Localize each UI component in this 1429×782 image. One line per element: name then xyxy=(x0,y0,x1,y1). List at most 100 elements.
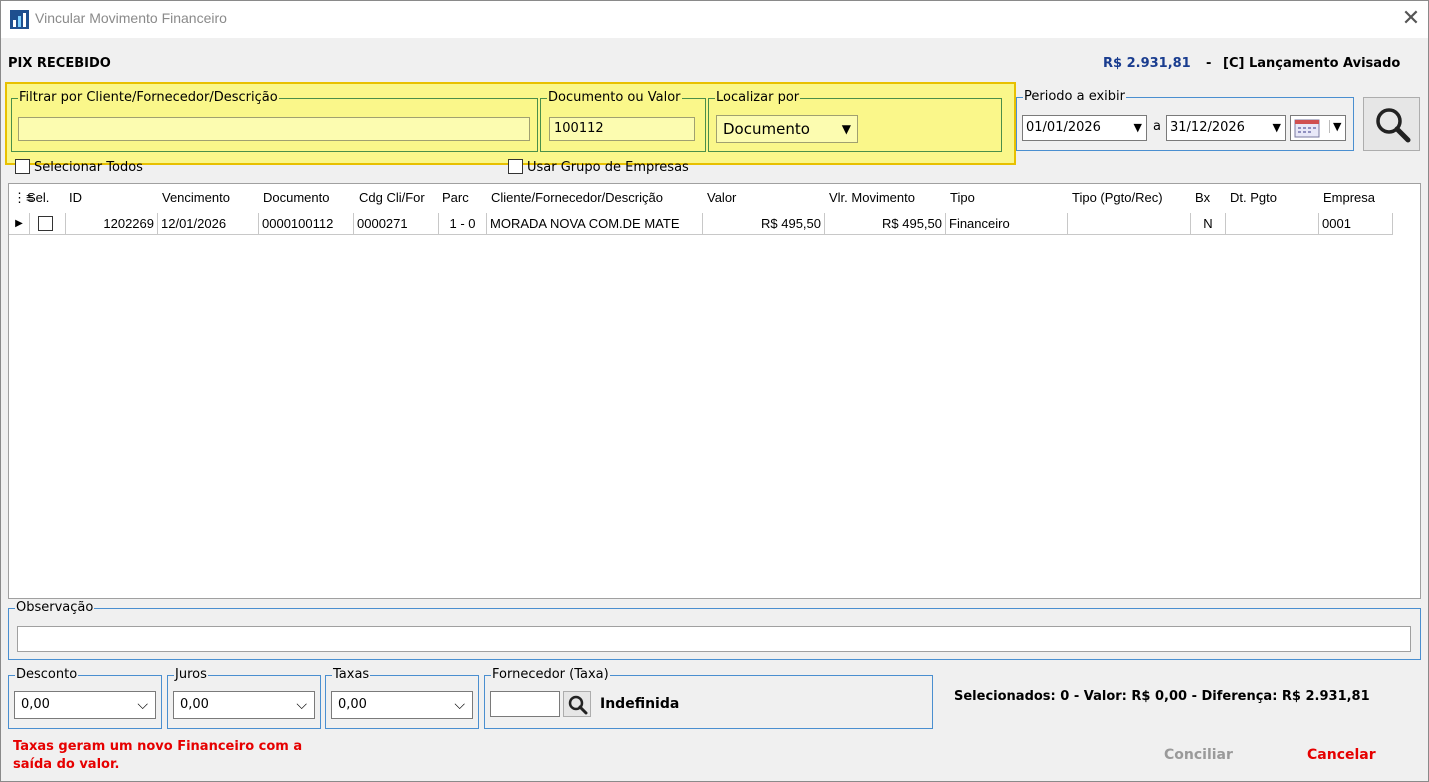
observacao-label: Observação xyxy=(15,600,95,616)
fornecedor-search-button[interactable] xyxy=(563,691,591,717)
cell-vlr-movimento: R$ 495,50 xyxy=(825,213,946,235)
cell-documento: 0000100112 xyxy=(259,213,354,235)
juros-label: Juros xyxy=(174,667,208,683)
taxas-select[interactable]: 0,00 ⌵ xyxy=(331,691,473,719)
cell-tipo: Financeiro xyxy=(946,213,1068,235)
juros-value: 0,00 xyxy=(180,697,209,712)
periodo-label: Periodo a exibir xyxy=(1023,89,1127,105)
fornecedor-taxa-label: Fornecedor (Taxa) xyxy=(491,667,610,683)
filter-panel: Filtrar por Cliente/Fornecedor/Descrição… xyxy=(5,82,1016,165)
juros-select[interactable]: 0,00 ⌵ xyxy=(173,691,315,719)
fornecedor-name: Indefinida xyxy=(600,696,680,712)
warning-text-line1: Taxas geram um novo Financeiro com a xyxy=(13,739,303,754)
periodo-group: Periodo a exibir 01/01/2026 ▼ a 31/12/20… xyxy=(1016,89,1354,151)
dialog-window: Vincular Movimento Financeiro ✕ PIX RECE… xyxy=(0,0,1429,782)
row-indicator-icon: ▶ xyxy=(9,213,30,235)
window-title: Vincular Movimento Financeiro xyxy=(35,10,227,26)
cliente-filter-label: Filtrar por Cliente/Fornecedor/Descrição xyxy=(18,90,279,106)
localizar-select[interactable]: Documento ▼ xyxy=(716,115,858,143)
app-icon xyxy=(10,10,29,29)
localizar-group: Localizar por Documento ▼ xyxy=(708,90,1002,152)
column-header[interactable]: Cdg Cli/For xyxy=(359,190,425,205)
cell-tipo-pgto xyxy=(1068,213,1191,235)
date-separator: a xyxy=(1153,119,1161,134)
financial-grid[interactable]: ⋮≡ Sel. ID Vencimento Documento Cdg Cli/… xyxy=(8,183,1421,599)
fornecedor-taxa-group: Fornecedor (Taxa) Indefinida xyxy=(484,667,933,729)
cliente-filter-input[interactable] xyxy=(18,117,530,141)
column-header[interactable]: Valor xyxy=(707,190,736,205)
header-amount: R$ 2.931,81 xyxy=(1103,56,1191,71)
column-header[interactable]: Cliente/Fornecedor/Descrição xyxy=(491,190,663,205)
cell-parc: 1 - 0 xyxy=(439,213,487,235)
cell-cliente: MORADA NOVA COM.DE MATE xyxy=(487,213,703,235)
row-select-checkbox[interactable] xyxy=(38,216,53,231)
cliente-filter-group: Filtrar por Cliente/Fornecedor/Descrição xyxy=(11,90,538,152)
title-bar[interactable]: Vincular Movimento Financeiro ✕ xyxy=(1,1,1428,38)
date-from-select[interactable]: 01/01/2026 ▼ xyxy=(1022,115,1147,141)
cell-id: 1202269 xyxy=(66,213,158,235)
column-header[interactable]: Sel. xyxy=(27,190,49,205)
cell-dt-pgto xyxy=(1226,213,1319,235)
column-header[interactable]: Bx xyxy=(1195,190,1210,205)
desconto-select[interactable]: 0,00 ⌵ xyxy=(14,691,156,719)
documento-input[interactable]: 100112 xyxy=(549,117,695,141)
selecionar-todos-checkbox[interactable] xyxy=(15,159,30,174)
desconto-label: Desconto xyxy=(15,667,79,683)
column-header[interactable]: Parc xyxy=(442,190,469,205)
conciliar-button[interactable]: Conciliar xyxy=(1164,747,1233,763)
row-select-cell[interactable] xyxy=(30,213,66,235)
localizar-select-value: Documento xyxy=(723,120,810,138)
date-from-value: 01/01/2026 xyxy=(1026,120,1101,135)
column-header[interactable]: ID xyxy=(69,190,82,205)
calendar-icon xyxy=(1294,119,1320,138)
cell-cdg: 0000271 xyxy=(354,213,439,235)
date-to-value: 31/12/2026 xyxy=(1170,120,1245,135)
calendar-button[interactable]: ▼ xyxy=(1290,115,1346,141)
header-status: [C] Lançamento Avisado xyxy=(1223,56,1401,71)
column-header[interactable]: Tipo xyxy=(950,190,975,205)
juros-group: Juros 0,00 ⌵ xyxy=(167,667,321,729)
cell-empresa: 0001 xyxy=(1319,213,1393,235)
usar-grupo-label: Usar Grupo de Empresas xyxy=(527,160,689,175)
chevron-down-icon: ⌵ xyxy=(296,697,307,713)
column-header[interactable]: Tipo (Pgto/Rec) xyxy=(1072,190,1163,205)
column-header[interactable]: Documento xyxy=(263,190,329,205)
header-separator: - xyxy=(1206,56,1212,71)
taxas-value: 0,00 xyxy=(338,697,367,712)
chevron-down-icon: ▼ xyxy=(1272,121,1281,134)
search-button[interactable] xyxy=(1363,97,1420,151)
documento-label: Documento ou Valor xyxy=(547,90,682,106)
header-type: PIX RECEBIDO xyxy=(8,56,111,71)
cell-vencimento: 12/01/2026 xyxy=(158,213,259,235)
desconto-group: Desconto 0,00 ⌵ xyxy=(8,667,162,729)
search-icon xyxy=(1376,108,1411,143)
desconto-value: 0,00 xyxy=(21,697,50,712)
column-header[interactable]: Empresa xyxy=(1323,190,1375,205)
usar-grupo-checkbox[interactable] xyxy=(508,159,523,174)
observacao-input[interactable] xyxy=(17,626,1411,652)
fornecedor-taxa-input[interactable] xyxy=(490,691,560,717)
taxas-group: Taxas 0,00 ⌵ xyxy=(325,667,479,729)
chevron-down-icon: ▼ xyxy=(1329,120,1341,133)
localizar-label: Localizar por xyxy=(715,90,801,106)
chevron-down-icon: ⌵ xyxy=(137,697,148,713)
warning-text-line2: saída do valor. xyxy=(13,757,120,772)
cell-bx: N xyxy=(1191,213,1226,235)
chevron-down-icon: ▼ xyxy=(1133,121,1142,134)
selection-summary: Selecionados: 0 - Valor: R$ 0,00 - Difer… xyxy=(954,689,1370,704)
cell-valor: R$ 495,50 xyxy=(703,213,825,235)
cancelar-button[interactable]: Cancelar xyxy=(1307,747,1376,763)
date-to-select[interactable]: 31/12/2026 ▼ xyxy=(1166,115,1286,141)
documento-group: Documento ou Valor 100112 xyxy=(540,90,706,152)
column-header[interactable]: Vencimento xyxy=(162,190,230,205)
close-icon[interactable]: ✕ xyxy=(1397,5,1425,33)
selecionar-todos-label: Selecionar Todos xyxy=(34,160,143,175)
chevron-down-icon: ⌵ xyxy=(454,697,465,713)
column-header[interactable]: Vlr. Movimento xyxy=(829,190,915,205)
column-header[interactable]: Dt. Pgto xyxy=(1230,190,1277,205)
search-icon xyxy=(568,695,588,715)
chevron-down-icon: ▼ xyxy=(841,122,851,136)
table-row[interactable]: ▶ 1202269 12/01/2026 0000100112 0000271 … xyxy=(9,213,1399,236)
taxas-label: Taxas xyxy=(332,667,371,683)
observacao-group: Observação xyxy=(8,600,1421,660)
